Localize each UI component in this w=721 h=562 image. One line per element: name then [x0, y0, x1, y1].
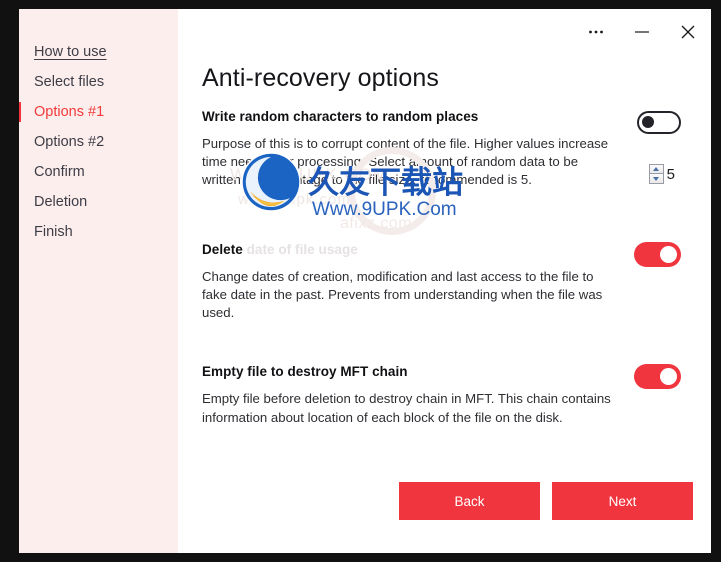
option-toggle-delete-date[interactable] [634, 241, 681, 267]
option-description: Empty file before deletion to destroy ch… [202, 391, 611, 425]
option-heading: Write random characters to random places [202, 109, 693, 124]
stepper-value: 5 [666, 165, 675, 183]
toggle-knob [660, 368, 677, 386]
sidebar-item-label: Select files [34, 74, 105, 90]
option-write-random-characters: Write random characters to random places… [202, 109, 693, 190]
toggle-knob [642, 116, 654, 128]
option-heading-text: Empty file to destroy MFT chain [202, 364, 408, 380]
stepper-arrows[interactable] [648, 164, 664, 184]
option-heading-text: Write random characters to random places [202, 109, 479, 124]
active-step-marker [19, 102, 21, 122]
wizard-steps-sidebar: How to use Select files Options #1 Optio… [19, 9, 178, 553]
main-content-area: Anti-recovery options Write random chara… [178, 9, 711, 553]
option-heading-faded: date of file usage [242, 241, 358, 257]
minimize-icon[interactable] [619, 10, 665, 54]
sidebar-item-label: Deletion [34, 194, 88, 210]
back-button[interactable]: Back [399, 482, 540, 520]
sidebar-item-label: How to use [34, 44, 107, 60]
option-delete-date-of-file-usage: Delete date of file usage Change dates o… [202, 241, 693, 323]
sidebar-item-options-2[interactable]: Options #2 [19, 127, 178, 157]
sidebar-item-label: Finish [34, 224, 73, 240]
sidebar-item-label: Options #2 [34, 134, 105, 150]
toggle-knob [660, 245, 677, 263]
sidebar-item-confirm[interactable]: Confirm [19, 157, 178, 187]
option-description: Change dates of creation, modification a… [202, 268, 603, 321]
option-toggle-write-random[interactable] [637, 111, 681, 134]
stepper-up-icon[interactable] [648, 164, 664, 174]
sidebar-item-deletion[interactable]: Deletion [19, 187, 178, 217]
sidebar-item-options-1[interactable]: Options #1 [19, 97, 178, 127]
option-toggle-empty-file[interactable] [634, 364, 681, 390]
option-heading: Delete date of file usage [202, 242, 693, 257]
wizard-footer: Back Next [399, 482, 693, 520]
sidebar-item-finish[interactable]: Finish [19, 217, 178, 247]
close-icon[interactable] [665, 10, 711, 54]
next-button[interactable]: Next [552, 482, 693, 520]
sidebar-item-label: Confirm [34, 164, 85, 180]
option-heading: Empty file to destroy MFT chain [202, 364, 693, 379]
more-options-icon[interactable] [573, 10, 619, 54]
options-list: Write random characters to random places… [202, 109, 693, 451]
sidebar-item-label: Options #1 [34, 104, 105, 120]
random-percentage-stepper[interactable]: 5 [648, 164, 675, 184]
option-empty-file-mft: Empty file to destroy MFT chain Empty fi… [202, 364, 693, 426]
sidebar-item-how-to-use[interactable]: How to use [19, 37, 178, 67]
application-window: How to use Select files Options #1 Optio… [19, 9, 711, 553]
page-title: Anti-recovery options [202, 64, 439, 92]
sidebar-item-select-files[interactable]: Select files [19, 67, 178, 97]
option-heading-text: Delete [202, 241, 243, 257]
option-description: Purpose of this is to corrupt content of… [202, 136, 609, 188]
desktop-background: How to use Select files Options #1 Optio… [0, 0, 721, 562]
window-titlebar [573, 9, 711, 55]
stepper-down-icon[interactable] [648, 174, 664, 184]
